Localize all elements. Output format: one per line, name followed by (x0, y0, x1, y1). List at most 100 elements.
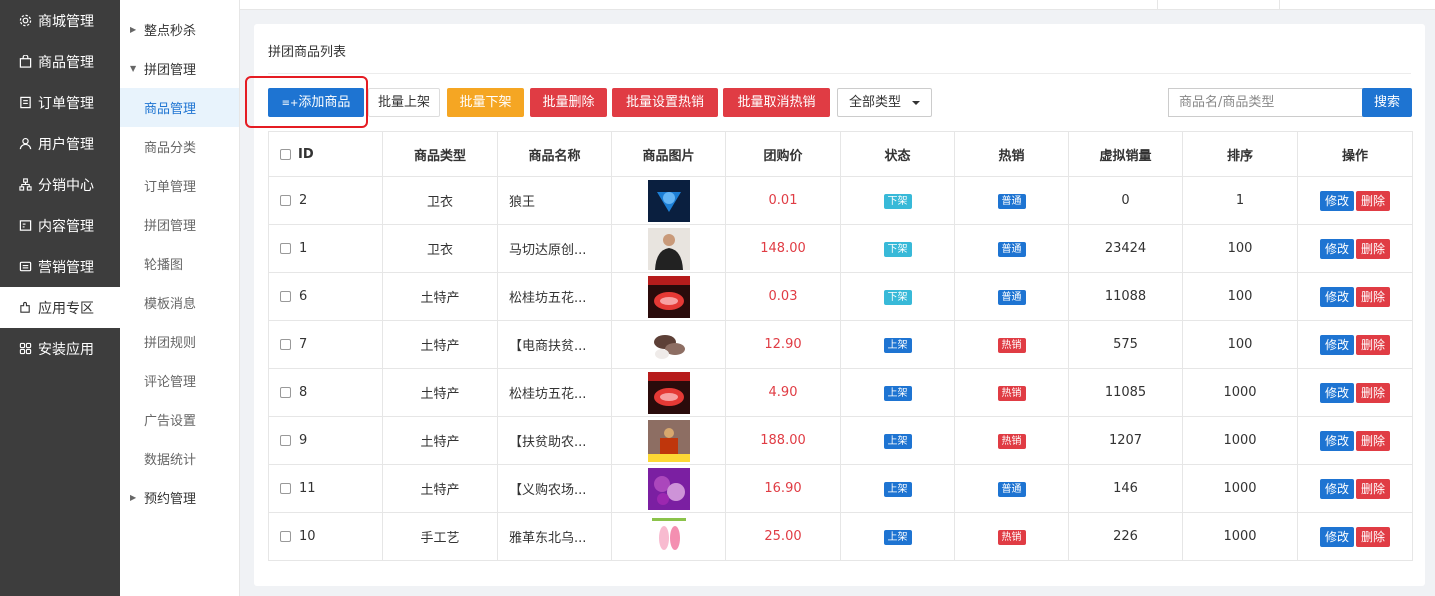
row-checkbox[interactable] (280, 339, 291, 350)
hot-badge[interactable]: 热销 (997, 385, 1026, 401)
nav-install-app[interactable]: 安装应用 (0, 328, 120, 369)
delete-button[interactable]: 删除 (1356, 526, 1391, 547)
nav-mall-management[interactable]: 商城管理 (0, 0, 120, 41)
status-badge[interactable]: 上架 (883, 529, 912, 545)
hot-badge[interactable]: 普通 (997, 241, 1026, 257)
nav2-group-label: 整点秒杀 (144, 24, 197, 39)
select-all-checkbox[interactable] (280, 148, 291, 160)
nav2-group-group-buy[interactable]: ▼ 拼团管理 (120, 49, 239, 88)
cell-actions: 修改 删除 (1297, 368, 1413, 417)
hot-badge[interactable]: 热销 (997, 337, 1026, 353)
toolbar: ≡+添加商品 批量上架 批量下架 批量删除 批量设置热销 批量取消热销 全部类型… (245, 76, 1412, 128)
edit-button[interactable]: 修改 (1319, 478, 1354, 499)
nav2-item-orders[interactable]: 订单管理 (120, 166, 239, 205)
col-sales: 虚拟销量 (1068, 131, 1183, 177)
nav2-item-category[interactable]: 商品分类 (120, 127, 239, 166)
divider (1157, 0, 1158, 10)
row-checkbox[interactable] (280, 531, 291, 542)
delete-button[interactable]: 删除 (1356, 190, 1391, 211)
edit-button[interactable]: 修改 (1319, 190, 1354, 211)
nav2-item-comments[interactable]: 评论管理 (120, 361, 239, 400)
header-label: ID (298, 146, 314, 162)
nav-distribution-center[interactable]: 分销中心 (0, 164, 120, 205)
edit-button[interactable]: 修改 (1319, 430, 1354, 451)
row-checkbox[interactable] (280, 195, 291, 206)
nav-order-management[interactable]: 订单管理 (0, 82, 120, 123)
cell-name: 松桂坊五花... (497, 368, 612, 417)
status-badge[interactable]: 下架 (883, 193, 912, 209)
delete-button[interactable]: 删除 (1356, 478, 1391, 499)
cell-actions: 修改 删除 (1297, 416, 1413, 465)
batch-cancel-hot-button[interactable]: 批量取消热销 (723, 88, 830, 117)
edit-button[interactable]: 修改 (1319, 334, 1354, 355)
goods-table: ID 商品类型 商品名称 商品图片 团购价 状态 热销 虚拟销量 排序 操作 2… (268, 131, 1413, 561)
status-badge[interactable]: 上架 (883, 337, 912, 353)
delete-button[interactable]: 删除 (1356, 334, 1391, 355)
delete-button[interactable]: 删除 (1356, 382, 1391, 403)
type-select[interactable]: 全部类型 (837, 88, 932, 117)
row-checkbox[interactable] (280, 483, 291, 494)
row-id: 2 (299, 193, 308, 208)
status-badge[interactable]: 上架 (883, 433, 912, 449)
table-row: 2 卫衣 狼王 0.01 下架 普通 0 1 修改 删除 (268, 176, 1413, 225)
cell-sales: 1207 (1068, 416, 1183, 465)
search-button[interactable]: 搜索 (1362, 88, 1412, 117)
hot-badge[interactable]: 普通 (997, 289, 1026, 305)
row-id: 6 (299, 289, 308, 304)
cell-image (611, 272, 726, 321)
batch-set-hot-button[interactable]: 批量设置热销 (612, 88, 718, 117)
nav-label: 应用专区 (38, 300, 94, 317)
row-checkbox[interactable] (280, 435, 291, 446)
nav-marketing-management[interactable]: 营销管理 (0, 246, 120, 287)
cell-id: 7 (268, 320, 383, 369)
hot-badge[interactable]: 普通 (997, 193, 1026, 209)
hot-badge[interactable]: 热销 (997, 433, 1026, 449)
nav2-item-template-msg[interactable]: 模板消息 (120, 283, 239, 322)
nav-label: 内容管理 (38, 218, 94, 235)
nav2-item-goods[interactable]: 商品管理 (120, 88, 239, 127)
status-badge[interactable]: 上架 (883, 481, 912, 497)
row-checkbox[interactable] (280, 291, 291, 302)
edit-button[interactable]: 修改 (1319, 286, 1354, 307)
row-checkbox[interactable] (280, 387, 291, 398)
delete-button[interactable]: 删除 (1356, 286, 1391, 307)
hot-badge[interactable]: 热销 (997, 529, 1026, 545)
status-badge[interactable]: 上架 (883, 385, 912, 401)
nav2-item-groups[interactable]: 拼团管理 (120, 205, 239, 244)
hot-badge[interactable]: 普通 (997, 481, 1026, 497)
nav-user-management[interactable]: 用户管理 (0, 123, 120, 164)
search-input[interactable] (1168, 88, 1363, 117)
secondary-sidebar: ▶ 整点秒杀 ▼ 拼团管理 商品管理 商品分类 订单管理 拼团管理 轮播图 模板… (120, 0, 240, 596)
status-badge[interactable]: 下架 (883, 241, 912, 257)
edit-button[interactable]: 修改 (1319, 238, 1354, 259)
nav2-group-flash-sale[interactable]: ▶ 整点秒杀 (120, 10, 239, 49)
caret-right-icon: ▶ (130, 493, 137, 502)
nav2-item-ads[interactable]: 广告设置 (120, 400, 239, 439)
nav-label: 营销管理 (38, 259, 94, 276)
edit-button[interactable]: 修改 (1319, 382, 1354, 403)
delete-button[interactable]: 删除 (1356, 238, 1391, 259)
nav-goods-management[interactable]: 商品管理 (0, 41, 120, 82)
cell-price: 0.01 (725, 176, 841, 225)
nav-content-management[interactable]: 内容管理 (0, 205, 120, 246)
delete-button[interactable]: 删除 (1356, 430, 1391, 451)
nav2-item-stats[interactable]: 数据统计 (120, 439, 239, 478)
product-thumbnail (647, 323, 690, 366)
grid-icon (18, 342, 32, 356)
nav-app-zone[interactable]: 应用专区 (0, 287, 120, 328)
nav2-item-carousel[interactable]: 轮播图 (120, 244, 239, 283)
row-checkbox[interactable] (280, 243, 291, 254)
nav2-item-rules[interactable]: 拼团规则 (120, 322, 239, 361)
edit-button[interactable]: 修改 (1319, 526, 1354, 547)
nav2-group-booking[interactable]: ▶ 预约管理 (120, 478, 239, 517)
nav2-item-label: 轮播图 (144, 258, 184, 273)
product-thumbnail (647, 179, 690, 222)
status-badge[interactable]: 下架 (883, 289, 912, 305)
row-id: 11 (299, 481, 316, 496)
cell-name: 马切达原创... (497, 224, 612, 273)
batch-up-button[interactable]: 批量上架 (368, 88, 440, 117)
cell-type: 土特产 (382, 272, 498, 321)
batch-down-button[interactable]: 批量下架 (447, 88, 524, 117)
batch-delete-button[interactable]: 批量删除 (530, 88, 607, 117)
cell-hot: 热销 (954, 320, 1069, 369)
